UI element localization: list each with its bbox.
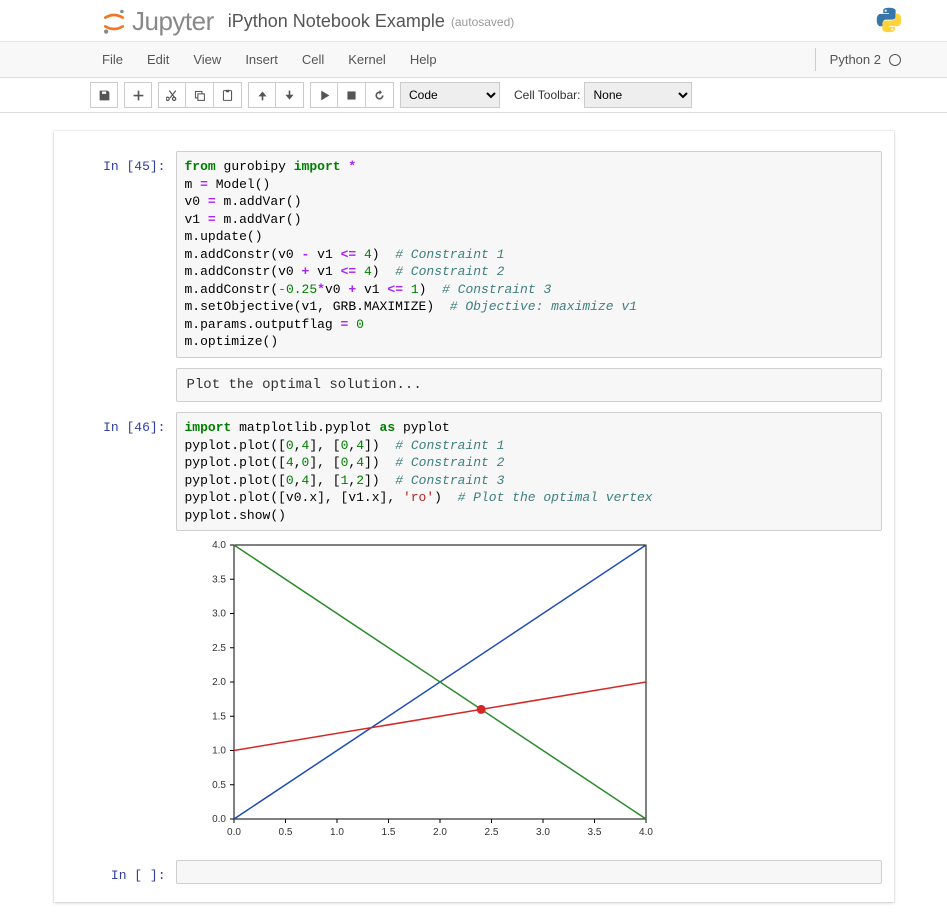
input-prompt: In [ ]: — [66, 860, 176, 884]
interrupt-button[interactable] — [338, 82, 366, 108]
code-cell[interactable]: In [45]: from gurobipy import * m = Mode… — [66, 151, 882, 358]
celltype-select[interactable]: Code — [400, 82, 500, 108]
jupyter-planet-icon — [100, 8, 128, 36]
svg-text:2.5: 2.5 — [212, 643, 226, 654]
jupyter-logo[interactable]: Jupyter — [100, 6, 214, 37]
header: Jupyter iPython Notebook Example (autosa… — [0, 0, 947, 42]
paste-button[interactable] — [214, 82, 242, 108]
kernel-name: Python 2 — [830, 52, 881, 67]
plot-output: 0.0 0.5 1.0 1.5 2.0 2.5 3.0 3.5 4.0 0.0 0.5 1.0 1.5 2… — [176, 537, 882, 850]
menubar: File Edit View Insert Cell Kernel Help P… — [0, 42, 947, 78]
menu-file[interactable]: File — [90, 46, 135, 73]
svg-text:0.5: 0.5 — [278, 827, 292, 838]
menu-insert[interactable]: Insert — [233, 46, 290, 73]
svg-text:3.0: 3.0 — [212, 609, 226, 620]
svg-text:4.0: 4.0 — [212, 540, 226, 551]
svg-text:3.0: 3.0 — [536, 827, 550, 838]
svg-text:2.5: 2.5 — [484, 827, 498, 838]
svg-text:0.0: 0.0 — [227, 827, 241, 838]
notebook-name[interactable]: iPython Notebook Example — [228, 11, 445, 32]
svg-text:0.5: 0.5 — [212, 780, 226, 791]
menu-help[interactable]: Help — [398, 46, 449, 73]
python-logo-icon — [875, 6, 903, 37]
cut-button[interactable] — [158, 82, 186, 108]
menu-edit[interactable]: Edit — [135, 46, 181, 73]
input-prompt: In [46]: — [66, 412, 176, 531]
logo-text: Jupyter — [132, 6, 214, 37]
code-input[interactable] — [176, 860, 882, 884]
svg-text:1.0: 1.0 — [212, 746, 226, 757]
toolbar: Code Cell Toolbar: None — [0, 78, 947, 113]
add-cell-button[interactable] — [124, 82, 152, 108]
kernel-idle-icon — [889, 54, 901, 66]
svg-text:4.0: 4.0 — [639, 827, 653, 838]
autosave-status: (autosaved) — [451, 15, 514, 29]
run-button[interactable] — [310, 82, 338, 108]
markdown-cell[interactable]: Plot the optimal solution... — [66, 368, 882, 402]
code-input[interactable]: import matplotlib.pyplot as pyplot pyplo… — [176, 412, 882, 531]
menu-cell[interactable]: Cell — [290, 46, 336, 73]
code-cell[interactable]: In [46]: import matplotlib.pyplot as pyp… — [66, 412, 882, 531]
restart-button[interactable] — [366, 82, 394, 108]
menu-view[interactable]: View — [181, 46, 233, 73]
svg-text:1.5: 1.5 — [381, 827, 395, 838]
markdown-content[interactable]: Plot the optimal solution... — [176, 368, 882, 402]
svg-text:0.0: 0.0 — [212, 814, 226, 825]
svg-text:3.5: 3.5 — [587, 827, 601, 838]
move-up-button[interactable] — [248, 82, 276, 108]
code-cell[interactable]: In [ ]: — [66, 860, 882, 884]
celltoolbar-select[interactable]: None — [584, 82, 692, 108]
svg-text:1.5: 1.5 — [212, 712, 226, 723]
svg-text:2.0: 2.0 — [433, 827, 447, 838]
svg-text:3.5: 3.5 — [212, 575, 226, 586]
svg-text:1.0: 1.0 — [330, 827, 344, 838]
output-cell: 0.0 0.5 1.0 1.5 2.0 2.5 3.0 3.5 4.0 0.0 0.5 1.0 1.5 2… — [66, 537, 882, 850]
code-input[interactable]: from gurobipy import * m = Model() v0 = … — [176, 151, 882, 358]
output-prompt — [66, 537, 176, 850]
input-prompt — [66, 368, 176, 402]
svg-text:2.0: 2.0 — [212, 677, 226, 688]
copy-button[interactable] — [186, 82, 214, 108]
move-down-button[interactable] — [276, 82, 304, 108]
kernel-indicator: Python 2 — [815, 48, 911, 71]
matplotlib-plot: 0.0 0.5 1.0 1.5 2.0 2.5 3.0 3.5 4.0 0.0 0.5 1.0 1.5 2… — [186, 537, 656, 847]
input-prompt: In [45]: — [66, 151, 176, 358]
save-button[interactable] — [90, 82, 118, 108]
cell-toolbar-label: Cell Toolbar: — [514, 88, 580, 102]
notebook-container: In [45]: from gurobipy import * m = Mode… — [54, 131, 894, 902]
menu-kernel[interactable]: Kernel — [336, 46, 398, 73]
